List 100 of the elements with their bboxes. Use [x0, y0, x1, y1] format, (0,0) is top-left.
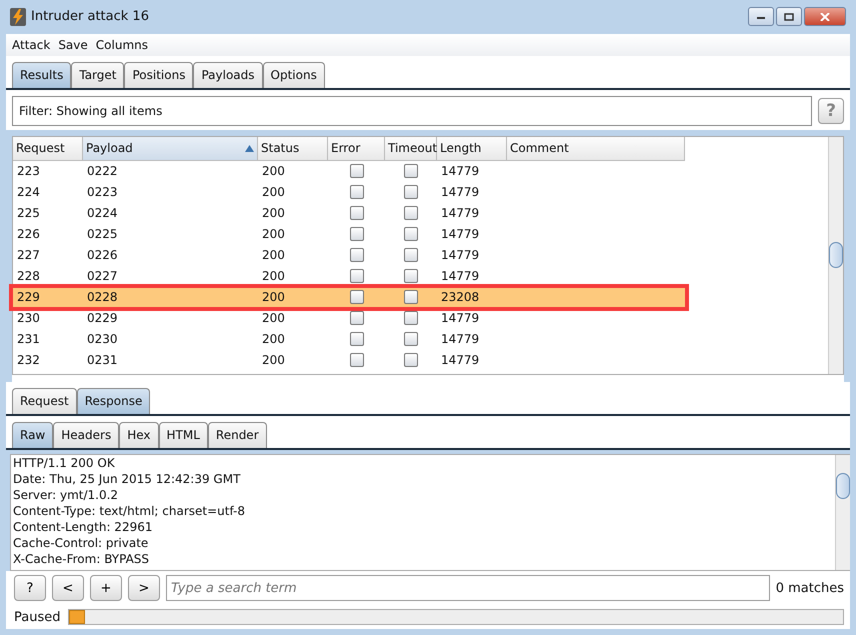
- column-header[interactable]: Timeout: [385, 136, 437, 160]
- search-field[interactable]: Type a search term: [166, 575, 770, 602]
- table-row[interactable]: 223 0222 200 14779: [13, 160, 685, 182]
- table-cell-text: 200: [261, 185, 286, 200]
- table-cell-text: 0227: [86, 269, 119, 284]
- table-cell-text: 200: [261, 353, 286, 368]
- column-header[interactable]: Payload: [83, 136, 258, 160]
- checkbox[interactable]: [350, 164, 364, 178]
- table-cell-text: 226: [16, 227, 41, 242]
- checkbox[interactable]: [350, 227, 364, 242]
- scrollbar[interactable]: [828, 136, 843, 374]
- table-row[interactable]: 230 0229 200 14779: [13, 308, 685, 329]
- checkbox[interactable]: [404, 290, 418, 304]
- table-cell-text: 0226: [86, 248, 119, 262]
- table-cell-text: 0231: [86, 353, 119, 368]
- checkbox[interactable]: [404, 206, 418, 220]
- table-cell-text: 200: [261, 227, 286, 242]
- table-cell-text: 0225: [86, 227, 119, 242]
- table-cell-text: 200: [261, 164, 286, 178]
- column-header[interactable]: Error: [328, 136, 385, 160]
- table-cell-text: 0222: [86, 164, 119, 178]
- maximize-button[interactable]: [776, 7, 802, 26]
- previous-button[interactable]: <: [52, 575, 84, 602]
- checkbox[interactable]: [350, 206, 364, 220]
- filter-bar[interactable]: Filter: Showing all items: [12, 96, 812, 126]
- response-line: Content-Type: text/html; charset=utf-8: [13, 502, 246, 519]
- menu-item[interactable]: Save: [58, 38, 88, 52]
- tab[interactable]: Response: [76, 388, 150, 414]
- table-cell-text: 228: [16, 269, 41, 284]
- checkbox[interactable]: [350, 248, 364, 262]
- tab[interactable]: Raw: [12, 422, 54, 448]
- scrollbar[interactable]: [835, 454, 850, 570]
- tab[interactable]: Positions: [124, 62, 194, 88]
- table-cell-text: 224: [16, 185, 41, 200]
- tab[interactable]: Target: [71, 62, 124, 88]
- tab[interactable]: Options: [262, 62, 325, 88]
- match-count: 0 matches: [776, 580, 844, 596]
- column-header[interactable]: Length: [437, 136, 507, 160]
- response-line: Date: Thu, 25 Jun 2015 12:42:39 GMT: [13, 470, 242, 487]
- table-cell-text: 14779: [440, 185, 480, 200]
- checkbox[interactable]: [404, 332, 418, 346]
- checkbox[interactable]: [404, 353, 418, 368]
- tab[interactable]: Render: [208, 422, 267, 448]
- minimize-button[interactable]: [748, 7, 774, 26]
- close-button[interactable]: [804, 7, 846, 26]
- table-cell-text: 227: [16, 248, 41, 262]
- checkbox[interactable]: [350, 269, 364, 284]
- table-row[interactable]: 228 0227 200 14779: [13, 266, 685, 287]
- menu-item[interactable]: Columns: [96, 38, 148, 52]
- add-button[interactable]: +: [90, 575, 122, 602]
- table-cell-text: 23208: [440, 290, 480, 304]
- maximize-icon: [784, 12, 794, 21]
- tab[interactable]: HTML: [158, 422, 208, 448]
- table-row[interactable]: 226 0225 200 14779: [13, 224, 685, 245]
- table-cell-text: 14779: [440, 269, 480, 284]
- table-cell-text: 225: [16, 206, 41, 220]
- table-cell-text: 14779: [440, 164, 480, 178]
- tab[interactable]: Headers: [53, 422, 120, 448]
- table-row[interactable]: 224 0223 200 14779: [13, 182, 685, 203]
- table-cell-text: 0228: [86, 290, 119, 304]
- table-cell-text: 200: [261, 248, 286, 262]
- column-header[interactable]: Status: [258, 136, 328, 160]
- tab[interactable]: Request: [12, 388, 77, 414]
- table-cell-text: 0230: [86, 332, 119, 346]
- response-line: Cache-Control: private: [13, 534, 150, 551]
- table-cell-text: 14779: [440, 248, 480, 262]
- checkbox[interactable]: [350, 185, 364, 200]
- lightning-icon: [10, 8, 26, 26]
- checkbox[interactable]: [404, 185, 418, 200]
- table-cell-text: 0224: [86, 206, 119, 220]
- menu-item[interactable]: Attack: [12, 38, 50, 52]
- next-button[interactable]: >: [128, 575, 160, 602]
- checkbox[interactable]: [404, 164, 418, 178]
- checkbox[interactable]: [404, 227, 418, 242]
- sort-ascending-icon: [245, 144, 254, 152]
- table-row[interactable]: 225 0224 200 14779: [13, 202, 685, 224]
- help-button[interactable]: ?: [14, 575, 46, 602]
- tab[interactable]: Results: [12, 62, 72, 88]
- checkbox[interactable]: [404, 248, 418, 262]
- tab[interactable]: Payloads: [193, 62, 263, 88]
- table-cell-text: 14779: [440, 206, 480, 220]
- tab[interactable]: Hex: [119, 422, 158, 448]
- table-cell-text: 232: [16, 353, 41, 368]
- checkbox[interactable]: [404, 269, 418, 284]
- table-cell-text: 14779: [440, 311, 480, 326]
- checkbox[interactable]: [350, 332, 364, 346]
- checkbox[interactable]: [350, 290, 364, 304]
- checkbox[interactable]: [350, 353, 364, 368]
- checkbox[interactable]: [404, 311, 418, 326]
- table-row[interactable]: 232 0231 200 14779: [13, 350, 685, 371]
- checkbox[interactable]: [350, 311, 364, 326]
- table-cell-text: 200: [261, 269, 286, 284]
- response-line: Server: ymt/1.0.2: [13, 486, 120, 503]
- table-row[interactable]: 227 0226 200 14779: [13, 244, 685, 266]
- table-cell-text: 14779: [440, 332, 480, 346]
- table-row[interactable]: 231 0230 200 14779: [13, 328, 685, 350]
- response-line: X-Cache-From: BYPASS: [13, 550, 150, 567]
- table-cell-text: 223: [16, 164, 41, 178]
- table-cell-text: 200: [261, 332, 286, 346]
- window-title: Intruder attack 16: [31, 9, 150, 24]
